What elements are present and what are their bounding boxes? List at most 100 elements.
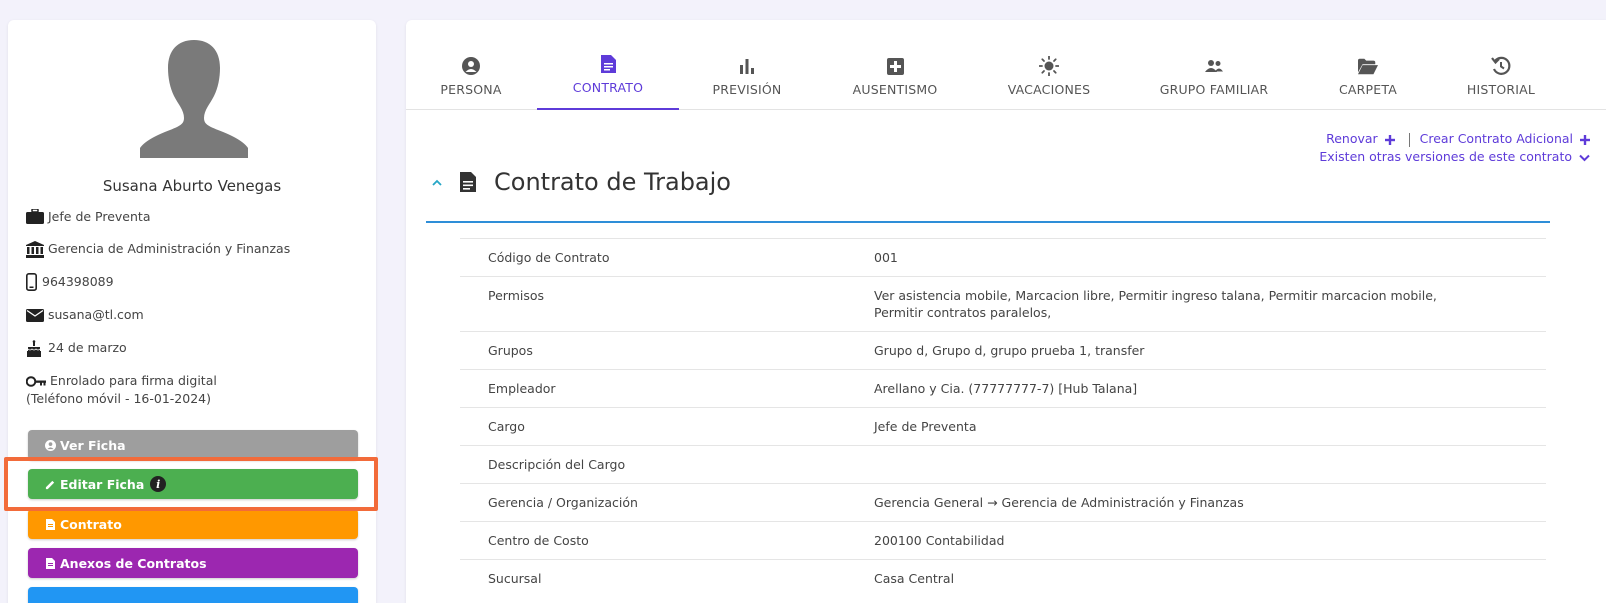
folder-open-icon xyxy=(1358,56,1378,76)
tab-historial[interactable]: HISTORIAL xyxy=(1460,20,1542,110)
document-icon xyxy=(44,557,56,569)
people-icon xyxy=(1204,56,1224,76)
phone-text: 964398089 xyxy=(42,274,114,289)
birthday-cake-icon xyxy=(26,339,46,357)
tab-contrato[interactable]: CONTRATO xyxy=(537,20,679,110)
section-title: Contrato de Trabajo xyxy=(494,168,731,196)
table-row: Empleador Arellano y Cia. (77777777-7) [… xyxy=(460,369,1546,407)
chevron-up-icon[interactable] xyxy=(430,175,444,189)
contract-actions: Renovar Crear Contrato Adicional Existen… xyxy=(1319,130,1590,166)
mobile-phone-icon xyxy=(26,273,40,291)
table-row: Código de Contrato 001 xyxy=(460,238,1546,276)
contract-button[interactable]: Contrato xyxy=(28,509,358,539)
birthday-row: 24 de marzo xyxy=(26,339,366,357)
plus-icon xyxy=(1384,134,1395,145)
table-row: Cargo Jefe de Preventa xyxy=(460,407,1546,445)
field-label: Sucursal xyxy=(488,571,542,586)
edit-profile-button[interactable]: Editar Ficha i xyxy=(28,469,358,499)
person-circle-icon xyxy=(461,56,481,76)
pencil-icon xyxy=(44,478,56,490)
document-icon xyxy=(460,172,478,192)
info-icon[interactable]: i xyxy=(150,476,167,492)
avatar xyxy=(140,40,248,158)
tab-label: CARPETA xyxy=(1338,82,1398,97)
signature-status-text: Enrolado para firma digital xyxy=(50,373,217,388)
document-icon xyxy=(44,518,56,530)
tab-label: VACACIONES xyxy=(1007,82,1091,97)
tab-label: HISTORIAL xyxy=(1466,82,1536,97)
phone-row: 964398089 xyxy=(26,273,366,291)
tab-prevision[interactable]: PREVISIÓN xyxy=(702,20,792,110)
key-icon xyxy=(26,372,48,390)
field-label: Centro de Costo xyxy=(488,533,589,548)
tab-persona[interactable]: PERSONA xyxy=(428,20,514,110)
tab-label: GRUPO FAMILIAR xyxy=(1159,82,1269,97)
field-label: Cargo xyxy=(488,419,525,434)
department-row: Gerencia de Administración y Finanzas xyxy=(26,240,366,258)
chevron-down-icon xyxy=(1579,154,1590,161)
signature-detail-text: (Teléfono móvil - 16-01-2024) xyxy=(26,391,211,406)
field-value: 200100 Contabilidad xyxy=(874,533,1005,548)
bank-icon xyxy=(26,240,46,258)
profile-card: Susana Aburto Venegas Jefe de Preventa G… xyxy=(8,20,376,603)
section-divider xyxy=(426,221,1550,223)
field-value: Grupo d, Grupo d, grupo prueba 1, transf… xyxy=(874,343,1145,358)
tab-label: PREVISIÓN xyxy=(712,82,782,97)
position-row: Jefe de Preventa xyxy=(26,208,366,226)
view-profile-button[interactable]: Ver Ficha xyxy=(28,430,358,460)
email-text: susana@tl.com xyxy=(48,307,144,322)
field-label: Empleador xyxy=(488,381,556,396)
contract-annexes-label: Anexos de Contratos xyxy=(60,555,207,571)
renew-label: Renovar xyxy=(1326,131,1378,146)
medical-plus-icon xyxy=(885,56,905,76)
document-icon xyxy=(598,54,618,74)
other-versions-label: Existen otras versiones de este contrato xyxy=(1319,149,1573,164)
divider xyxy=(1408,132,1410,147)
field-value: Casa Central xyxy=(874,571,955,586)
field-value: Jefe de Preventa xyxy=(874,419,977,434)
field-label: Permisos xyxy=(488,288,545,303)
contract-label: Contrato xyxy=(60,516,122,532)
table-row: Sucursal Casa Central xyxy=(460,559,1546,597)
briefcase-icon xyxy=(26,208,46,226)
table-row: Descripción del Cargo xyxy=(460,445,1546,483)
field-value: 001 xyxy=(874,250,898,265)
contract-panel: PERSONA CONTRATO PREVISIÓN AUSENTISMO VA… xyxy=(406,20,1606,603)
section-header: Contrato de Trabajo xyxy=(426,168,731,196)
tab-bar: PERSONA CONTRATO PREVISIÓN AUSENTISMO VA… xyxy=(406,20,1606,110)
plus-icon xyxy=(1580,134,1590,145)
position-text: Jefe de Preventa xyxy=(48,209,151,224)
profile-name: Susana Aburto Venegas xyxy=(102,177,282,195)
history-icon xyxy=(1491,56,1511,76)
tab-grupo-familiar[interactable]: GRUPO FAMILIAR xyxy=(1154,20,1274,110)
contract-details-table: Código de Contrato 001 Permisos Ver asis… xyxy=(460,238,1546,597)
edit-profile-label: Editar Ficha xyxy=(60,476,145,492)
table-row: Gerencia / Organización Gerencia General… xyxy=(460,483,1546,521)
field-value: Ver asistencia mobile, Marcacion libre, … xyxy=(874,288,1437,320)
field-value: Gerencia General → Gerencia de Administr… xyxy=(874,495,1244,510)
tab-label: AUSENTISMO xyxy=(852,82,938,97)
other-versions-link[interactable]: Existen otras versiones de este contrato xyxy=(1319,149,1590,164)
tab-label: PERSONA xyxy=(440,82,502,97)
contract-annexes-button[interactable]: Anexos de Contratos xyxy=(28,548,358,578)
sun-icon xyxy=(1039,56,1059,76)
field-label: Descripción del Cargo xyxy=(488,457,626,472)
tab-label: CONTRATO xyxy=(572,80,644,95)
additional-contract-link[interactable]: Crear Contrato Adicional xyxy=(1420,131,1590,146)
department-text: Gerencia de Administración y Finanzas xyxy=(48,241,291,256)
next-action-button[interactable] xyxy=(28,587,358,603)
signature-row: Enrolado para firma digital (Teléfono mó… xyxy=(26,372,366,408)
birthday-text: 24 de marzo xyxy=(48,340,127,355)
table-row: Centro de Costo 200100 Contabilidad xyxy=(460,521,1546,559)
view-profile-label: Ver Ficha xyxy=(60,437,126,453)
email-row: susana@tl.com xyxy=(26,306,366,324)
bar-chart-icon xyxy=(737,56,757,76)
table-row: Grupos Grupo d, Grupo d, grupo prueba 1,… xyxy=(460,331,1546,369)
tab-ausentismo[interactable]: AUSENTISMO xyxy=(836,20,954,110)
tab-carpeta[interactable]: CARPETA xyxy=(1328,20,1408,110)
tab-vacaciones[interactable]: VACACIONES xyxy=(996,20,1102,110)
field-value: Arellano y Cia. (77777777-7) [Hub Talana… xyxy=(874,381,1138,396)
renew-link[interactable]: Renovar xyxy=(1326,131,1399,146)
field-label: Gerencia / Organización xyxy=(488,495,638,510)
table-row: Permisos Ver asistencia mobile, Marcacio… xyxy=(460,276,1546,331)
